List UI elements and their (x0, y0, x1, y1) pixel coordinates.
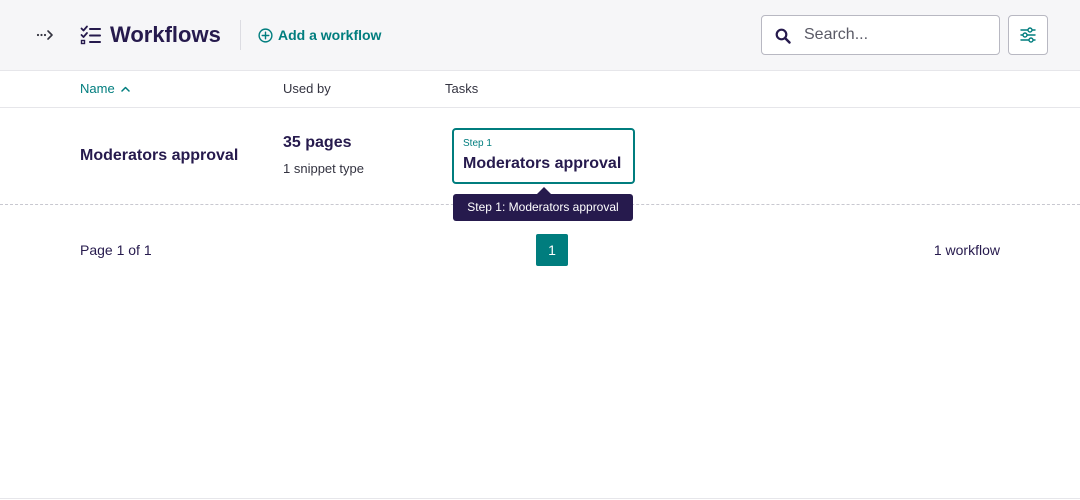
result-count: 1 workflow (933, 242, 1000, 258)
page-button-current[interactable]: 1 (536, 234, 568, 266)
dotted-arrow-right-icon (36, 30, 53, 40)
add-workflow-button[interactable]: Add a workflow (258, 25, 381, 45)
search-input[interactable] (804, 16, 994, 54)
tooltip-arrow (537, 187, 551, 194)
bottom-divider (0, 498, 1080, 499)
search-icon (775, 28, 791, 44)
page-header: Workflows Add a workflow (0, 0, 1080, 71)
workflow-name-link[interactable]: Moderators approval (80, 146, 238, 166)
add-workflow-label: Add a workflow (278, 27, 382, 43)
task-name: Moderators approval (463, 155, 622, 172)
task-tooltip: Step 1: Moderators approval (453, 194, 633, 221)
page-title: Workflows (110, 22, 221, 47)
column-header-used-by: Used by (283, 81, 331, 96)
column-header-name[interactable]: Name (80, 81, 130, 97)
header-divider (240, 20, 241, 50)
filter-button[interactable] (1008, 15, 1048, 55)
task-step-label: Step 1 (463, 138, 492, 149)
pagination-info: Page 1 of 1 (80, 242, 152, 258)
chevron-up-icon (120, 86, 130, 92)
plus-circle-icon (258, 27, 273, 43)
column-header-tasks: Tasks (445, 81, 479, 96)
sidebar-expand-button[interactable] (34, 24, 56, 46)
used-by-snippet-types: 1 snippet type (283, 161, 364, 176)
task-list-icon (80, 25, 101, 45)
task-step-card[interactable]: Step 1 Moderators approval (452, 128, 635, 184)
used-by-pages-link[interactable]: 35 pages (283, 133, 351, 153)
table-header: Name Used by Tasks (0, 71, 1080, 108)
column-header-name-label: Name (80, 81, 115, 96)
sliders-icon (1020, 27, 1036, 43)
search-box[interactable] (761, 15, 1000, 55)
